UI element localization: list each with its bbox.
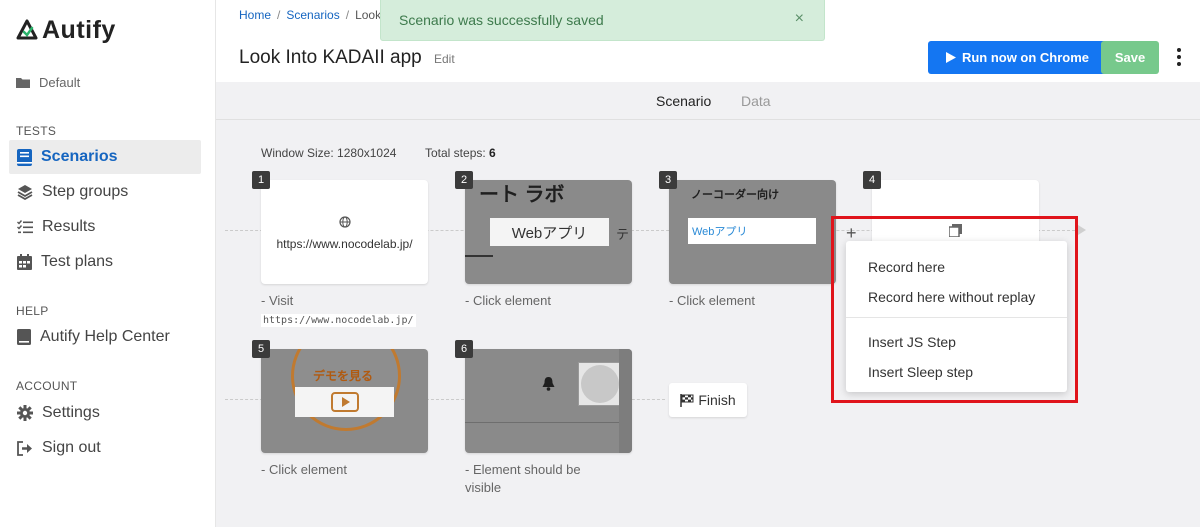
sidebar-item-label: Step groups (42, 183, 129, 200)
bell-icon (542, 377, 555, 391)
step-card-2[interactable]: ート ラボ Webアプリ テ (465, 180, 632, 284)
thumbnail-text: ート ラボ (479, 184, 565, 206)
sign-out-icon (17, 440, 32, 456)
workspace-selector[interactable]: Default (16, 75, 80, 90)
step-card-1[interactable]: https://www.nocodelab.jp/ (261, 180, 428, 284)
book-icon (17, 329, 31, 345)
sidebar-item-settings[interactable]: Settings (9, 396, 201, 430)
step-card-5[interactable]: デモを見る (261, 349, 428, 453)
step-card-3[interactable]: ノーコーダー向け Webアプリ (669, 180, 836, 284)
gear-icon (17, 405, 33, 421)
edit-title-link[interactable]: Edit (434, 52, 455, 66)
thumbnail-scrollbar (619, 349, 632, 453)
sidebar-item-label: Scenarios (41, 148, 118, 165)
thumbnail-underline (465, 255, 493, 257)
step-number: 4 (863, 171, 881, 189)
sidebar-item-results[interactable]: Results (9, 210, 201, 244)
sidebar: Autify Default TESTS Scenarios Step grou… (0, 0, 216, 527)
step-description: - Click element (261, 462, 347, 477)
scenarios-icon (17, 148, 32, 166)
breadcrumb: Home / Scenarios / Look (239, 8, 382, 22)
step-number: 5 (252, 340, 270, 358)
play-icon (330, 392, 359, 412)
step-url: https://www.nocodelab.jp/ (276, 237, 413, 251)
step-number: 3 (659, 171, 677, 189)
autify-logo-icon (16, 19, 38, 41)
thumbnail-text: デモを見る (313, 369, 374, 383)
sidebar-item-label: Results (42, 218, 96, 235)
workspace-name: Default (39, 75, 81, 90)
breadcrumb-scenarios[interactable]: Scenarios (286, 8, 339, 22)
sidebar-item-scenarios[interactable]: Scenarios (9, 140, 201, 174)
sidebar-item-label: Settings (42, 404, 100, 421)
arrow-right-icon (1078, 225, 1086, 235)
toast-message: Scenario was successfully saved (399, 12, 604, 28)
step-description: - Click element (669, 293, 755, 308)
more-options-icon[interactable] (1171, 44, 1187, 70)
tab-scenario[interactable]: Scenario (656, 93, 711, 109)
save-button[interactable]: Save (1101, 41, 1159, 74)
sidebar-item-label: Autify Help Center (40, 328, 170, 345)
sidebar-item-label: Test plans (41, 253, 114, 270)
step-number: 1 (252, 171, 270, 189)
logo[interactable]: Autify (16, 16, 116, 44)
section-title-account: ACCOUNT (16, 379, 78, 393)
thumbnail-avatar (578, 362, 622, 406)
tab-data[interactable]: Data (741, 93, 771, 109)
sidebar-item-help-center[interactable]: Autify Help Center (9, 320, 201, 354)
step-card-6[interactable] (465, 349, 632, 453)
step-description: - Visit https://www.nocodelab.jp/ (261, 293, 416, 327)
checklist-icon (17, 219, 33, 233)
sidebar-item-test-plans[interactable]: Test plans (9, 245, 201, 279)
breadcrumb-current: Look (355, 8, 382, 22)
thumbnail-divider (465, 422, 619, 423)
thumbnail-text: ノーコーダー向け (691, 189, 779, 201)
thumbnail-button: Webアプリ (490, 218, 609, 246)
highlight-box (831, 216, 1078, 403)
section-title-help: HELP (16, 304, 49, 318)
logo-text: Autify (42, 15, 116, 44)
sidebar-item-label: Sign out (42, 439, 101, 456)
finish-node: Finish (669, 383, 747, 417)
finish-label: Finish (698, 392, 736, 408)
step-description: - Element should be visible (465, 462, 581, 495)
step-number: 2 (455, 171, 473, 189)
page-title: Look Into KADAII app (239, 47, 422, 68)
globe-icon (339, 216, 351, 228)
play-icon (945, 52, 956, 63)
success-toast: Scenario was successfully saved × (380, 0, 825, 41)
window-size: Window Size: 1280x1024 (261, 146, 397, 160)
sidebar-item-sign-out[interactable]: Sign out (9, 431, 201, 465)
step-number: 6 (455, 340, 473, 358)
tab-bar: Scenario Data (216, 82, 1200, 120)
thumbnail-button (295, 387, 394, 417)
run-now-label: Run now on Chrome (961, 50, 1090, 65)
close-icon[interactable]: × (795, 10, 804, 28)
thumbnail-button: Webアプリ (688, 218, 816, 244)
folder-icon (16, 78, 30, 88)
run-now-button[interactable]: Run now on Chrome (928, 41, 1107, 74)
section-title-tests: TESTS (16, 124, 57, 138)
calendar-icon (17, 254, 32, 270)
step-description: - Click element (465, 293, 551, 308)
breadcrumb-home[interactable]: Home (239, 8, 271, 22)
layers-icon (17, 185, 33, 200)
sidebar-item-step-groups[interactable]: Step groups (9, 175, 201, 209)
thumbnail-text: テ (616, 227, 630, 242)
total-steps: Total steps: 6 (425, 146, 496, 160)
checkered-flag-icon (680, 393, 694, 407)
